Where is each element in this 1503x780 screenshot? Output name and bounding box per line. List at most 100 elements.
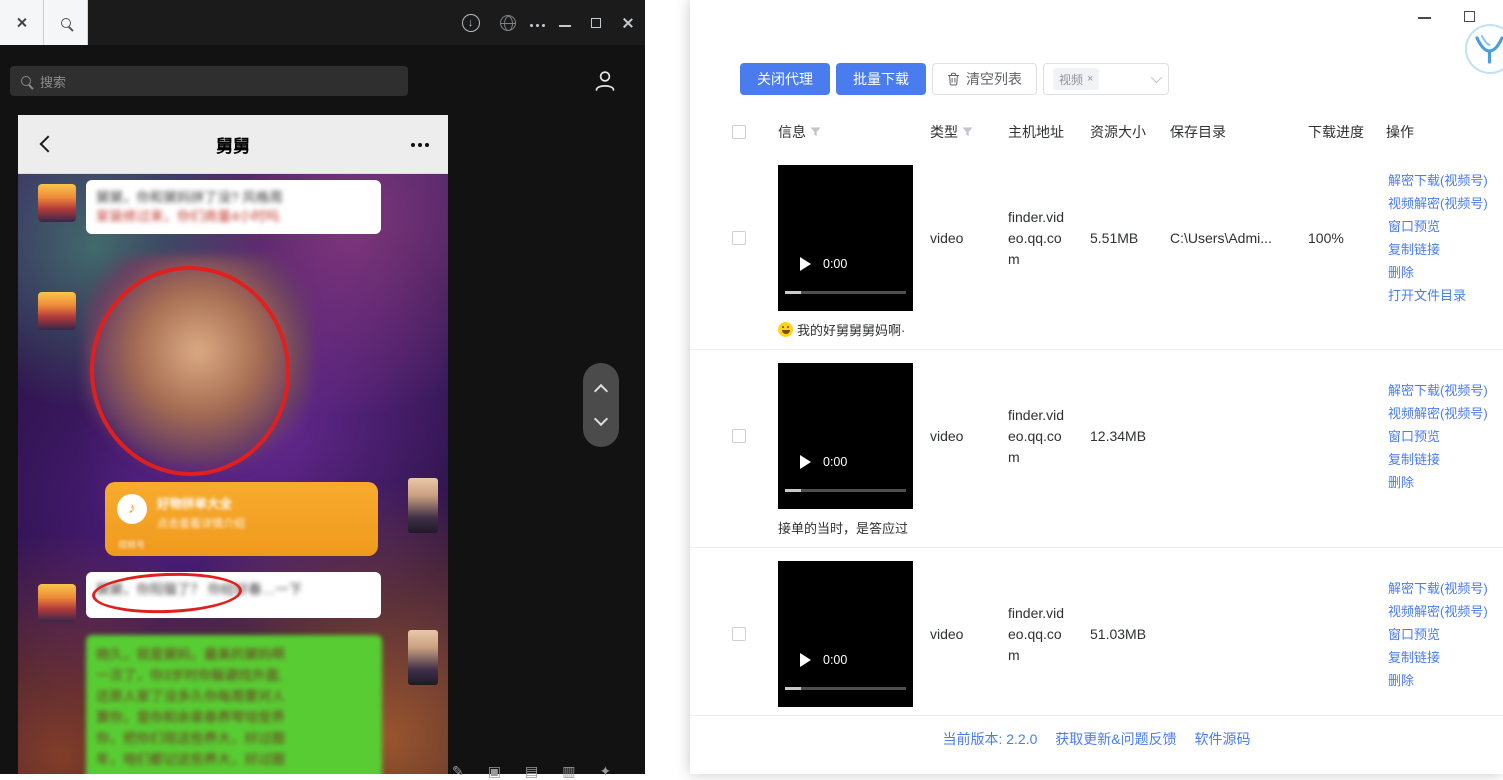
card-footer: 视频号: [118, 538, 145, 551]
avatar[interactable]: [38, 184, 76, 222]
download-icon[interactable]: ↓: [462, 14, 480, 32]
header-ops: 操作: [1370, 122, 1503, 142]
info-cell: 0:00 我的好舅舅舅妈啊·: [762, 165, 914, 339]
scroll-control[interactable]: [583, 363, 619, 447]
op-window-preview[interactable]: 窗口预览: [1388, 425, 1503, 448]
toolbar-icon[interactable]: ✎: [452, 763, 464, 780]
row-checkbox[interactable]: [732, 429, 746, 443]
op-delete[interactable]: 删除: [1388, 471, 1503, 494]
progress-cell: 100%: [1292, 165, 1370, 311]
op-open-folder[interactable]: 打开文件目录: [1388, 284, 1503, 307]
op-window-preview[interactable]: 窗口预览: [1388, 623, 1503, 646]
grin-emoji-icon: [778, 322, 793, 337]
host-cell: finder.video.qq.com: [992, 561, 1074, 707]
close-button[interactable]: [621, 16, 635, 30]
header-info[interactable]: 信息: [762, 122, 914, 142]
op-window-preview[interactable]: 窗口预览: [1388, 215, 1503, 238]
update-feedback-link[interactable]: 获取更新&问题反馈: [1055, 731, 1176, 747]
more-icon[interactable]: [536, 24, 540, 28]
close-icon: [16, 17, 27, 28]
chat-panel: 舅舅 舅舅，你和舅妈拼了没? 风格周 家装修过来，你们商量4小时吗. ♪ 好物拼…: [18, 115, 448, 774]
tab-search[interactable]: [44, 0, 88, 45]
tab-close[interactable]: [0, 0, 44, 45]
op-copy-link[interactable]: 复制链接: [1388, 238, 1503, 261]
op-delete[interactable]: 删除: [1388, 669, 1503, 692]
search-icon: [21, 76, 31, 86]
op-decrypt-download[interactable]: 解密下载(视频号): [1388, 169, 1503, 192]
header-progress: 下载进度: [1292, 122, 1370, 142]
search-input[interactable]: 搜索: [10, 66, 408, 96]
play-icon[interactable]: [800, 455, 811, 469]
video-message-thumbnail[interactable]: [408, 478, 438, 533]
dir-cell: [1154, 363, 1292, 509]
dir-cell: C:\Users\Admi...: [1154, 165, 1292, 311]
video-scrubber[interactable]: [785, 291, 906, 294]
op-video-decrypt[interactable]: 视频解密(视频号): [1388, 192, 1503, 215]
video-thumbnail[interactable]: 0:00: [778, 561, 913, 707]
batch-download-button[interactable]: 批量下载: [836, 63, 926, 95]
video-thumbnail[interactable]: 0:00: [778, 165, 913, 311]
play-icon[interactable]: [800, 257, 811, 271]
red-ellipse-annotation: [91, 570, 242, 615]
ops-cell: 解密下载(视频号) 视频解密(视频号) 窗口预览 复制链接 删除: [1370, 561, 1503, 707]
scroll-up-icon[interactable]: [594, 384, 608, 398]
op-video-decrypt[interactable]: 视频解密(视频号): [1388, 402, 1503, 425]
play-icon[interactable]: [800, 653, 811, 667]
minimize-button[interactable]: [559, 25, 571, 27]
header-type[interactable]: 类型: [914, 122, 992, 142]
search-placeholder: 搜索: [40, 72, 66, 91]
mini-program-card[interactable]: ♪ 好物拼单大全 点击查看详情介绍 视频号: [105, 482, 378, 556]
table-row: 0:00 我的好舅舅舅妈啊· video finder.video.qq.com…: [690, 152, 1503, 350]
avatar[interactable]: [38, 292, 76, 330]
op-copy-link[interactable]: 复制链接: [1388, 448, 1503, 471]
type-filter-select[interactable]: 视频 ×: [1043, 63, 1169, 95]
clear-list-button[interactable]: 清空列表: [932, 63, 1037, 95]
row-checkbox[interactable]: [732, 627, 746, 641]
select-all-checkbox[interactable]: [732, 125, 746, 139]
version-label: 当前版本: 2.2.0: [942, 731, 1037, 747]
app-logo: [1465, 24, 1503, 74]
op-decrypt-download[interactable]: 解密下载(视频号): [1388, 577, 1503, 600]
filter-tag: 视频 ×: [1053, 68, 1099, 90]
filter-icon[interactable]: [962, 127, 973, 137]
video-time: 0:00: [823, 257, 847, 271]
row-checkbox[interactable]: [732, 231, 746, 245]
globe-icon[interactable]: [500, 15, 516, 31]
op-copy-link[interactable]: 复制链接: [1388, 646, 1503, 669]
wechat-window: ↓ 搜索 舅舅 舅舅，你和舅妈拼了没? 风格周 家装修过来，你们商量4小时吗.: [0, 0, 645, 774]
tab-strip: [0, 0, 88, 45]
info-cell: 0:00: [762, 561, 914, 707]
toolbar-icon[interactable]: ✦: [599, 763, 611, 780]
video-scrubber[interactable]: [785, 687, 906, 690]
video-thumbnail[interactable]: 0:00: [778, 363, 913, 509]
progress-cell: [1292, 561, 1370, 707]
close-proxy-button[interactable]: 关闭代理: [740, 63, 830, 95]
ops-cell: 解密下载(视频号) 视频解密(视频号) 窗口预览 复制链接 删除 打开文件目录: [1370, 165, 1503, 311]
tag-close-icon[interactable]: ×: [1087, 73, 1093, 85]
video-caption: 我的好舅舅舅妈啊·: [778, 319, 914, 339]
chat-title: 舅舅: [18, 132, 448, 157]
video-message-thumbnail[interactable]: [408, 630, 438, 685]
size-cell: 12.34MB: [1074, 363, 1154, 509]
source-code-link[interactable]: 软件源码: [1195, 731, 1251, 747]
maximize-button[interactable]: [1464, 11, 1475, 22]
op-delete[interactable]: 删除: [1388, 261, 1503, 284]
toolbar-icon[interactable]: ▥: [562, 763, 575, 780]
video-scrubber[interactable]: [785, 489, 906, 492]
filter-icon[interactable]: [810, 127, 821, 137]
avatar[interactable]: [38, 584, 76, 622]
type-cell: video: [914, 165, 992, 311]
info-cell: 0:00 接单的当时，是答应过: [762, 363, 914, 537]
minimize-button[interactable]: [1418, 17, 1431, 19]
maximize-button[interactable]: [591, 18, 601, 28]
op-video-decrypt[interactable]: 视频解密(视频号): [1388, 600, 1503, 623]
contacts-icon[interactable]: [592, 68, 618, 94]
chat-more-icon[interactable]: [418, 143, 422, 147]
blurred-text: 算你，是你和余辈泰养琴培受界: [96, 707, 372, 728]
table-header: 信息 类型 主机地址 资源大小 保存目录 下载进度 操作: [690, 112, 1503, 152]
toolbar-icon[interactable]: ▣: [488, 763, 501, 780]
toolbar-icon[interactable]: ▤: [525, 763, 538, 780]
table-row: 0:00 video finder.video.qq.com 51.03MB 解…: [690, 548, 1503, 716]
scroll-down-icon[interactable]: [594, 412, 608, 426]
op-decrypt-download[interactable]: 解密下载(视频号): [1388, 379, 1503, 402]
